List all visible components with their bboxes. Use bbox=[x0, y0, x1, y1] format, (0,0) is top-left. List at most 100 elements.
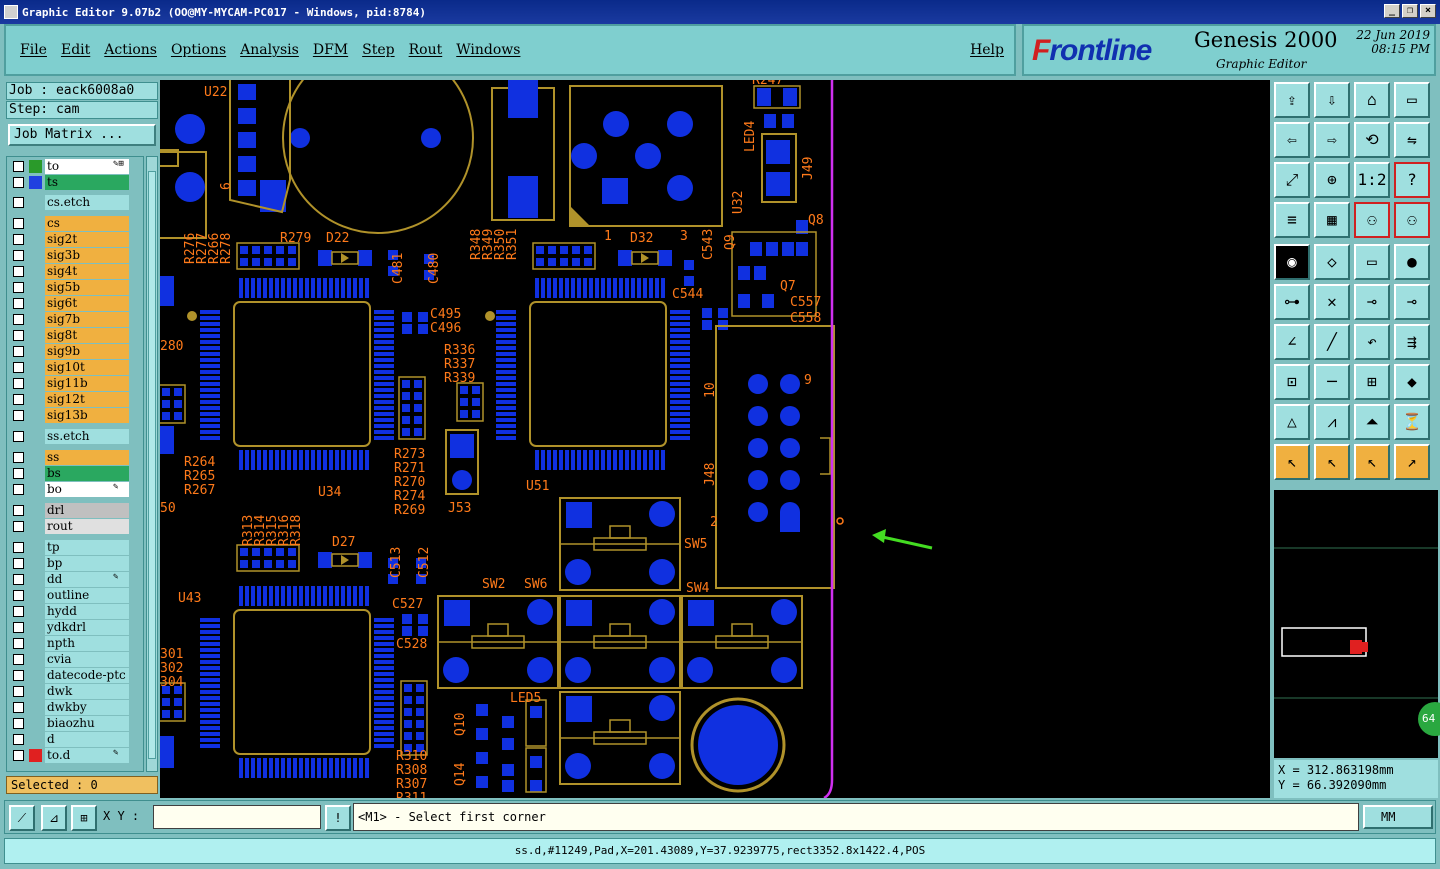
qfp-pin[interactable] bbox=[200, 678, 220, 682]
resistor-pad[interactable] bbox=[414, 404, 422, 412]
pad[interactable] bbox=[602, 178, 628, 204]
qfp-pin[interactable] bbox=[239, 758, 243, 778]
silk-label[interactable]: R310 bbox=[396, 749, 427, 764]
qfp-pin[interactable] bbox=[619, 278, 623, 298]
silk-label[interactable]: C512 bbox=[417, 547, 432, 578]
qfp-pin[interactable] bbox=[374, 744, 394, 748]
layer-name[interactable]: sig13b bbox=[45, 408, 129, 423]
tool-zoom-in-button[interactable]: ⇩ bbox=[1314, 82, 1350, 118]
tool-triangle2-button[interactable]: ⩘ bbox=[1314, 404, 1350, 440]
menu-windows[interactable]: Windows bbox=[456, 42, 520, 58]
silk-label[interactable]: R279 bbox=[280, 231, 311, 246]
qfp-pin[interactable] bbox=[200, 648, 220, 652]
pad[interactable] bbox=[358, 552, 372, 568]
qfp-pin[interactable] bbox=[496, 328, 516, 332]
layer-checkbox[interactable] bbox=[13, 622, 24, 633]
resistor-pad[interactable] bbox=[162, 412, 170, 420]
qfp-pin[interactable] bbox=[257, 450, 261, 470]
qfp-pin[interactable] bbox=[317, 758, 321, 778]
layer-row-ss.etch[interactable]: ss.etch bbox=[7, 429, 143, 444]
qfp-pin[interactable] bbox=[299, 758, 303, 778]
layer-checkbox[interactable] bbox=[13, 521, 24, 532]
qfp-pin[interactable] bbox=[374, 642, 394, 646]
pad-round[interactable] bbox=[780, 470, 800, 490]
layer-row-sig10t[interactable]: sig10t bbox=[7, 360, 143, 375]
pad[interactable] bbox=[418, 312, 428, 322]
silk-label[interactable]: 9 bbox=[804, 373, 812, 388]
diode-mark[interactable] bbox=[641, 253, 649, 263]
resistor-pad[interactable] bbox=[174, 400, 182, 408]
resistor-pad[interactable] bbox=[264, 560, 272, 568]
qfp-pin[interactable] bbox=[670, 394, 690, 398]
qfp-pin[interactable] bbox=[293, 586, 297, 606]
switch-actuator[interactable] bbox=[609, 719, 631, 733]
pad[interactable] bbox=[684, 276, 694, 286]
layer-row-ts[interactable]: ts bbox=[7, 175, 143, 190]
resistor-pad[interactable] bbox=[240, 246, 248, 254]
pad[interactable] bbox=[476, 704, 488, 716]
silk-label[interactable]: R271 bbox=[394, 461, 425, 476]
menu-options[interactable]: Options bbox=[171, 42, 226, 58]
notch[interactable] bbox=[820, 437, 831, 475]
tool-fit-button[interactable]: ⤢ bbox=[1274, 162, 1310, 198]
pad[interactable] bbox=[502, 716, 514, 728]
qfp-pin[interactable] bbox=[317, 450, 321, 470]
pad[interactable] bbox=[764, 114, 776, 128]
silk-label[interactable]: U22 bbox=[204, 85, 227, 100]
pad[interactable] bbox=[754, 266, 766, 280]
tool-pointer-button[interactable]: ↖ bbox=[1274, 444, 1310, 480]
window-title-bar[interactable]: Graphic Editor 9.07b2 (OO@MY-MYCAM-PC017… bbox=[0, 0, 1440, 24]
pad[interactable] bbox=[502, 738, 514, 750]
switch-actuator[interactable] bbox=[487, 623, 509, 637]
qfp-pin[interactable] bbox=[374, 358, 394, 362]
pad[interactable] bbox=[530, 756, 542, 768]
qfp-pin[interactable] bbox=[547, 278, 551, 298]
qfp-pin[interactable] bbox=[613, 278, 617, 298]
qfp-pin[interactable] bbox=[359, 278, 363, 298]
layer-row-to[interactable]: to ✎⊞ bbox=[7, 159, 143, 174]
qfp-pin[interactable] bbox=[287, 758, 291, 778]
qfp-pin[interactable] bbox=[275, 450, 279, 470]
qfp-pin[interactable] bbox=[670, 406, 690, 410]
qfp-pin[interactable] bbox=[643, 450, 647, 470]
layer-row-outline[interactable]: outline bbox=[7, 588, 143, 603]
qfp-pin[interactable] bbox=[374, 738, 394, 742]
layer-name[interactable]: tp bbox=[45, 540, 129, 555]
silk-label[interactable]: C557 bbox=[790, 295, 821, 310]
layer-name[interactable]: sig11b bbox=[45, 376, 129, 391]
board-profile[interactable] bbox=[823, 80, 834, 798]
qfp-pin[interactable] bbox=[496, 418, 516, 422]
silk-label[interactable]: SW4 bbox=[686, 581, 710, 596]
pad-round[interactable] bbox=[527, 599, 553, 625]
layer-name[interactable]: sig4t bbox=[45, 264, 129, 279]
layer-name[interactable]: outline bbox=[45, 588, 129, 603]
qfp-pin[interactable] bbox=[245, 278, 249, 298]
qfp-pin[interactable] bbox=[374, 726, 394, 730]
qfp-pin[interactable] bbox=[374, 424, 394, 428]
qfp-pin[interactable] bbox=[374, 316, 394, 320]
layer-checkbox[interactable] bbox=[13, 484, 24, 495]
qfp-pin[interactable] bbox=[670, 364, 690, 368]
pad[interactable] bbox=[318, 552, 332, 568]
layer-name[interactable]: sig9b bbox=[45, 344, 129, 359]
qfp-pin[interactable] bbox=[589, 278, 593, 298]
qfp-pin[interactable] bbox=[670, 382, 690, 386]
pad[interactable] bbox=[418, 614, 428, 624]
tool-pointer-move-button[interactable]: ↗ bbox=[1394, 444, 1430, 480]
pad[interactable] bbox=[444, 600, 470, 626]
qfp-pin[interactable] bbox=[365, 586, 369, 606]
tool-pointer-select-button[interactable]: ↖ bbox=[1314, 444, 1350, 480]
pin1-mark[interactable] bbox=[570, 206, 590, 226]
qfp-pin[interactable] bbox=[347, 758, 351, 778]
qfp-pin[interactable] bbox=[619, 450, 623, 470]
qfp-pin[interactable] bbox=[631, 278, 635, 298]
qfp-pin[interactable] bbox=[365, 758, 369, 778]
layer-name[interactable]: bp bbox=[45, 556, 129, 571]
pad[interactable] bbox=[402, 312, 412, 322]
pad[interactable] bbox=[762, 294, 774, 308]
silk-label[interactable]: R247 bbox=[752, 80, 783, 88]
qfp-pin[interactable] bbox=[239, 450, 243, 470]
qfp-pin[interactable] bbox=[670, 430, 690, 434]
qfp-pin[interactable] bbox=[200, 364, 220, 368]
qfp-pin[interactable] bbox=[607, 450, 611, 470]
